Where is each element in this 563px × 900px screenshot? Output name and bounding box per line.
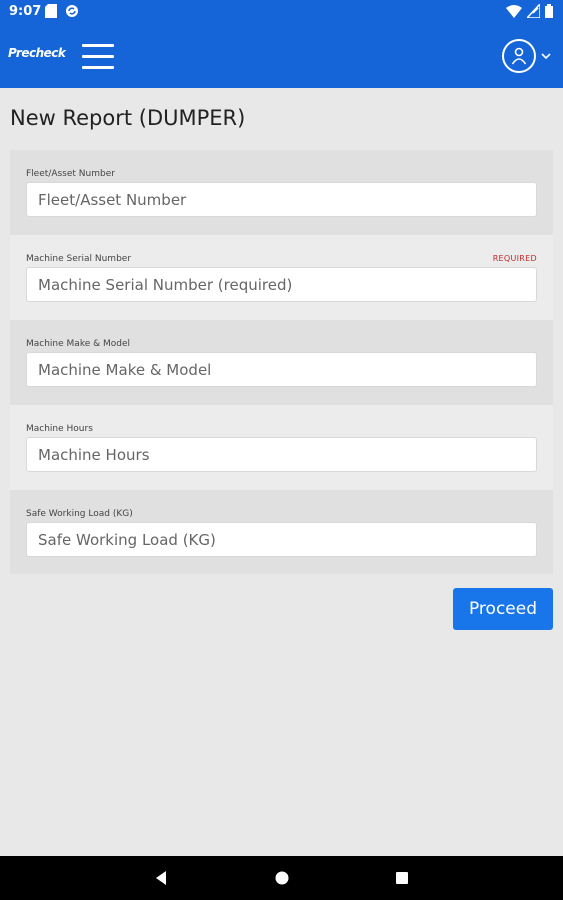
chevron-down-icon [541,52,551,59]
app-bar: Precheck [0,24,563,88]
home-icon[interactable] [272,868,292,888]
page-title: New Report (DUMPER) [10,106,246,130]
safe-working-load-input[interactable] [26,522,537,557]
account-menu-button[interactable] [502,39,551,73]
report-form: Fleet/Asset Number Machine Serial Number… [10,150,553,574]
field-label: Fleet/Asset Number [26,169,115,179]
status-time: 9:07 [9,4,42,19]
status-bar: 9:07 [0,0,563,24]
wifi-icon [506,5,522,18]
sd-card-icon [45,4,57,18]
back-icon[interactable] [151,868,171,888]
app-logo: Precheck [8,46,66,60]
signal-icon [527,4,540,18]
field-label: Machine Serial Number [26,254,132,264]
machine-serial-number-input[interactable] [26,267,537,302]
status-left-icons [45,4,79,18]
field-label: Safe Working Load (KG) [26,509,133,519]
field-group-safe-working-load: Safe Working Load (KG) [10,490,553,575]
status-right-icons [506,4,553,18]
proceed-button[interactable]: Proceed [453,588,553,630]
machine-make-model-input[interactable] [26,352,537,387]
system-nav-bar [0,856,563,900]
field-group-fleet-asset: Fleet/Asset Number [10,150,553,235]
fleet-asset-number-input[interactable] [26,182,537,217]
recents-icon[interactable] [392,868,412,888]
field-label: Machine Make & Model [26,339,131,349]
field-group-make-model: Machine Make & Model [10,320,553,405]
machine-hours-input[interactable] [26,437,537,472]
hamburger-menu-icon[interactable] [82,44,114,72]
battery-icon [545,4,553,18]
sync-icon [66,5,78,17]
field-group-serial-number: Machine Serial Number REQUIRED [10,235,553,320]
field-group-machine-hours: Machine Hours [10,405,553,490]
account-icon [502,39,536,73]
required-badge: REQUIRED [492,254,537,263]
field-label: Machine Hours [26,424,93,434]
